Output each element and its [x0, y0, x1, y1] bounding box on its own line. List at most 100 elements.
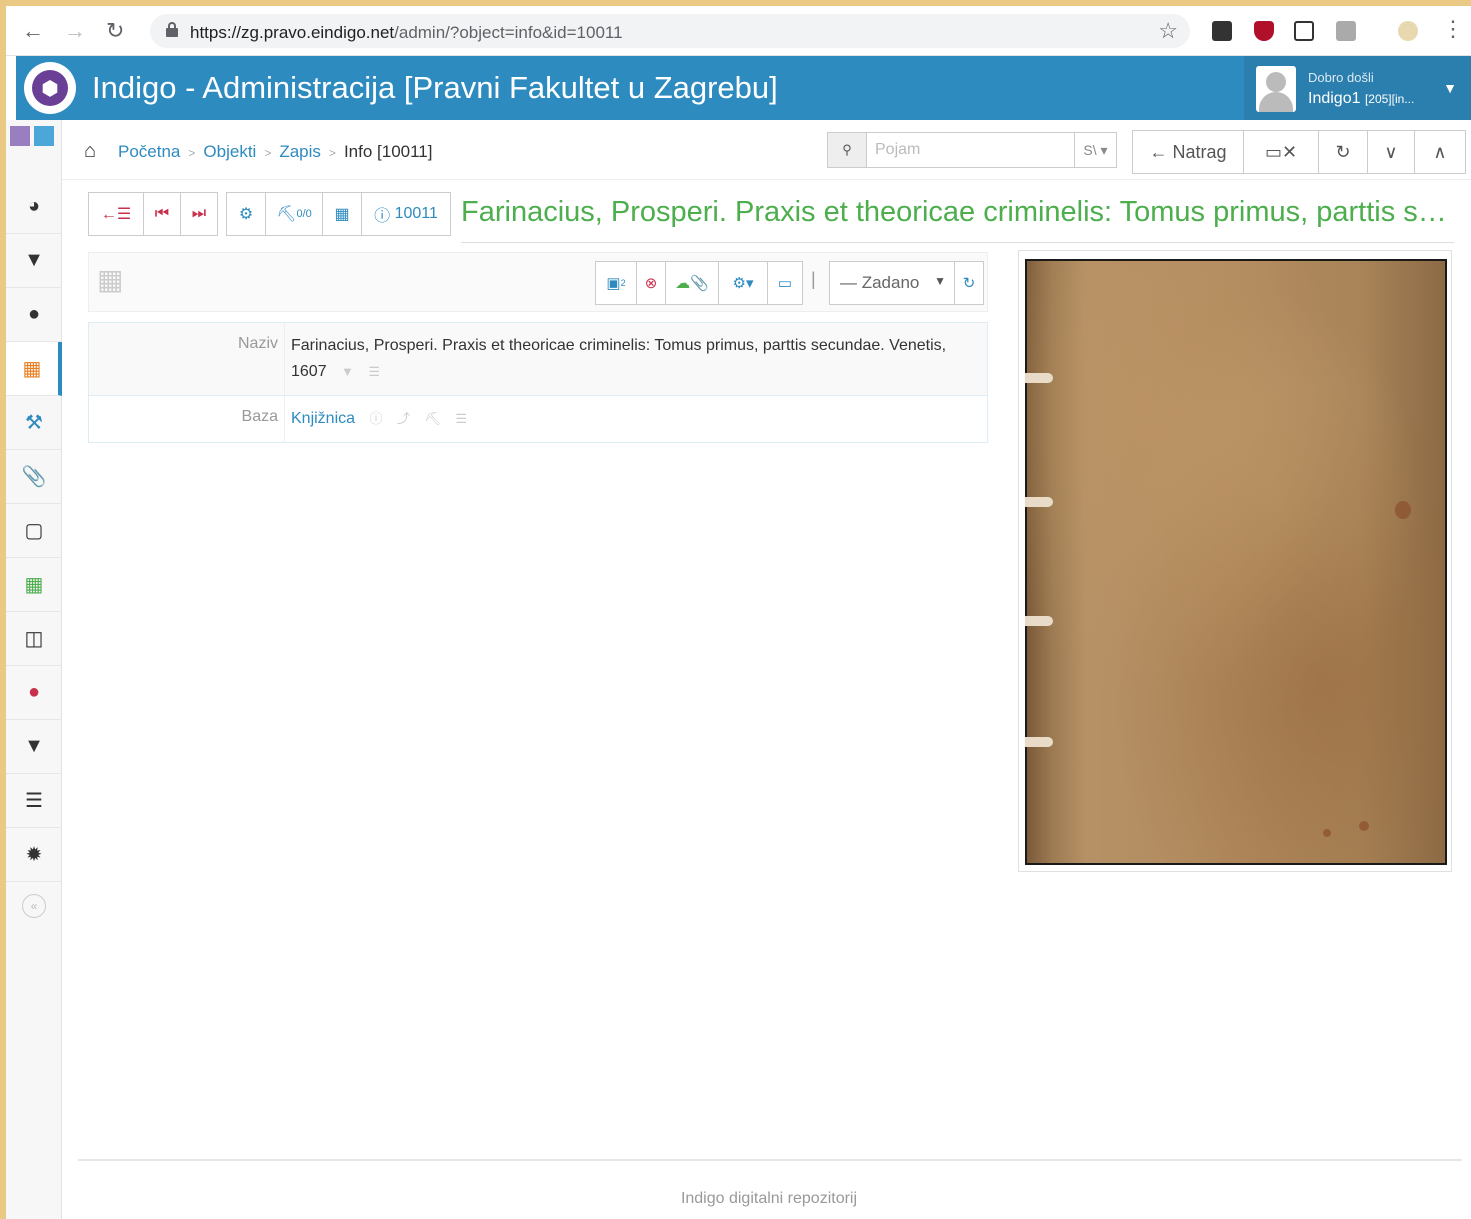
url-text[interactable]: https://zg.pravo.eindigo.net/admin/?obje… [190, 23, 623, 43]
username: Indigo1 [205][in... [1308, 90, 1415, 107]
app-title: Indigo - Administracija [Pravni Fakultet… [92, 70, 778, 105]
last-record-button[interactable]: ⏭ [180, 192, 218, 236]
back-button-label: Natrag [1172, 141, 1227, 162]
bookmark-star-icon[interactable]: ☆ [1158, 18, 1178, 44]
scroll-up-button[interactable]: ∧ [1414, 130, 1466, 174]
back-arrow-icon[interactable]: ← [22, 18, 44, 44]
sidebar: ◕ ▼ ● ▦ ⚒ 📎 ▢ ▦ ◫ ● ▼ ☰ ✹ « [6, 120, 62, 1219]
info-small-icon[interactable]: ⓘ [369, 411, 382, 426]
cloud-upload-icon: ☁ [675, 275, 691, 292]
forward-arrow-icon[interactable]: → [64, 18, 86, 44]
home-icon[interactable]: ⌂ [84, 140, 96, 163]
search-group: ⚲ S\ ▾ [827, 132, 1117, 168]
extension-icon[interactable] [1212, 21, 1232, 41]
puzzle-placeholder-icon: ▦ [97, 264, 124, 295]
back-to-list-button[interactable]: ←☰ [88, 192, 144, 236]
info-circle-icon: ⓘ [374, 208, 391, 225]
browser-toolbar: ← → ↻ https://zg.pravo.eindigo.net/admin… [6, 6, 1471, 56]
first-record-button[interactable]: ⏮ [143, 192, 181, 236]
puzzle-button[interactable]: ▦ [322, 192, 362, 236]
arrow-list-icon: ←☰ [100, 206, 132, 223]
list-small-icon[interactable]: ☰ [368, 364, 380, 379]
row-value: Farinacius, Prosperi. Praxis et theorica… [285, 323, 987, 395]
step-forward-icon: ⏭ [191, 205, 207, 222]
table-row: Baza Knjižnica ⓘ ⤴ ⛏ ☰ [89, 396, 987, 442]
desktop-x-icon: ▭✕ [1264, 141, 1298, 162]
avatar [1256, 66, 1296, 112]
server-icon[interactable]: ☰ [6, 774, 62, 828]
paperclip-small-icon: 📎 [690, 275, 709, 292]
theme-swatch-blue[interactable] [34, 126, 54, 146]
search-field-select[interactable]: S\ ▾ [1075, 132, 1117, 168]
row-label: Naziv [89, 323, 285, 395]
refresh-icon: ↻ [1335, 141, 1351, 162]
breadcrumb: Početna > Objekti > Zapis > Info [10011] [118, 142, 433, 161]
filter-icon[interactable]: ▼ [6, 234, 62, 288]
list-small-icon[interactable]: ☰ [455, 411, 467, 426]
back-button[interactable]: ← Natrag [1132, 130, 1244, 174]
profile-icon[interactable] [1398, 21, 1418, 41]
filter-small-icon[interactable]: ▼ [341, 364, 354, 379]
refresh-view-button[interactable]: ↻ [954, 261, 984, 305]
archive-button[interactable]: ▣ 2 [595, 261, 637, 305]
ublock-shield-icon[interactable] [1254, 21, 1274, 41]
record-id-button[interactable]: ⓘ 10011 [361, 192, 451, 236]
address-bar[interactable]: https://zg.pravo.eindigo.net/admin/?obje… [150, 14, 1190, 48]
tree-count: 0/0 [296, 208, 312, 220]
refresh-button[interactable]: ↻ [1318, 130, 1368, 174]
baza-link[interactable]: Knjižnica [291, 410, 355, 427]
columns-icon[interactable]: ◫ [6, 612, 62, 666]
user-menu[interactable]: Dobro došli Indigo1 [205][in... ▼ [1244, 56, 1471, 120]
caret-down-icon[interactable]: ▼ [1443, 80, 1457, 96]
reload-icon[interactable]: ↻ [106, 18, 124, 44]
user-icon[interactable]: ● [6, 288, 62, 342]
breadcrumb-objekti[interactable]: Objekti [203, 142, 256, 161]
welcome-text: Dobro došli [1308, 70, 1374, 85]
record-id: 10011 [394, 205, 438, 222]
search-icon[interactable]: ⚲ [827, 132, 867, 168]
view-select[interactable]: — Zadano ▼ [829, 261, 955, 305]
lock-icon [166, 22, 178, 38]
collapse-sidebar-icon[interactable]: « [22, 894, 46, 918]
search-input[interactable] [867, 132, 1075, 168]
app-header: ⬢ Indigo - Administracija [Pravni Fakult… [16, 56, 1471, 120]
actions-dropdown[interactable]: ⚙▾ [718, 261, 768, 305]
dashboard-icon[interactable]: ◕ [6, 180, 62, 234]
divider [461, 242, 1454, 243]
book-cover-image[interactable] [1025, 259, 1447, 865]
refresh-small-icon: ↻ [962, 275, 976, 292]
hierarchy-button[interactable]: ⛏ 0/0 [265, 192, 323, 236]
puzzle-icon[interactable]: ▦ [6, 342, 62, 396]
delete-button[interactable]: ⊗ [636, 261, 666, 305]
display-button[interactable]: ▭ [767, 261, 803, 305]
square-icon[interactable]: ▢ [6, 504, 62, 558]
naziv-value: Farinacius, Prosperi. Praxis et theorica… [291, 337, 947, 380]
level-up-icon[interactable]: ⤴ [397, 411, 410, 426]
breadcrumb-zapis[interactable]: Zapis [279, 142, 321, 161]
user-red-icon[interactable]: ● [6, 666, 62, 720]
sitemap-small-icon[interactable]: ⛏ [424, 411, 441, 426]
breadcrumb-pocetna[interactable]: Početna [118, 142, 180, 161]
settings-button[interactable]: ⚙ [226, 192, 266, 236]
g-extension-icon[interactable] [1336, 21, 1356, 41]
upload-attach-button[interactable]: ☁ 📎 [665, 261, 719, 305]
paperclip-icon[interactable]: 📎 [6, 450, 62, 504]
gavel-icon[interactable]: ⚒ [6, 396, 62, 450]
filter-icon-2[interactable]: ▼ [6, 720, 62, 774]
expand-down-button[interactable]: ∨ [1367, 130, 1415, 174]
binding-band [1025, 737, 1053, 747]
table-icon[interactable]: ▦ [6, 558, 62, 612]
stain [1395, 501, 1411, 519]
indigo-logo[interactable]: ⬢ [24, 62, 76, 114]
image-panel [1018, 250, 1452, 872]
desktop-close-button[interactable]: ▭✕ [1243, 130, 1319, 174]
footer-text: Indigo digitalni repozitorij [680, 1190, 858, 1207]
theme-swatch-purple[interactable] [10, 126, 30, 146]
record-title: Farinacius, Prosperi. Praxis et theorica… [461, 196, 1456, 228]
n-extension-icon[interactable] [1294, 21, 1314, 41]
caret-icon: ▼ [934, 274, 946, 288]
menu-dots-icon[interactable]: ⋮ [1442, 16, 1464, 42]
bug-icon[interactable]: ✹ [6, 828, 62, 882]
binding-band [1025, 497, 1053, 507]
cogs-icon: ⚙ [238, 206, 254, 223]
